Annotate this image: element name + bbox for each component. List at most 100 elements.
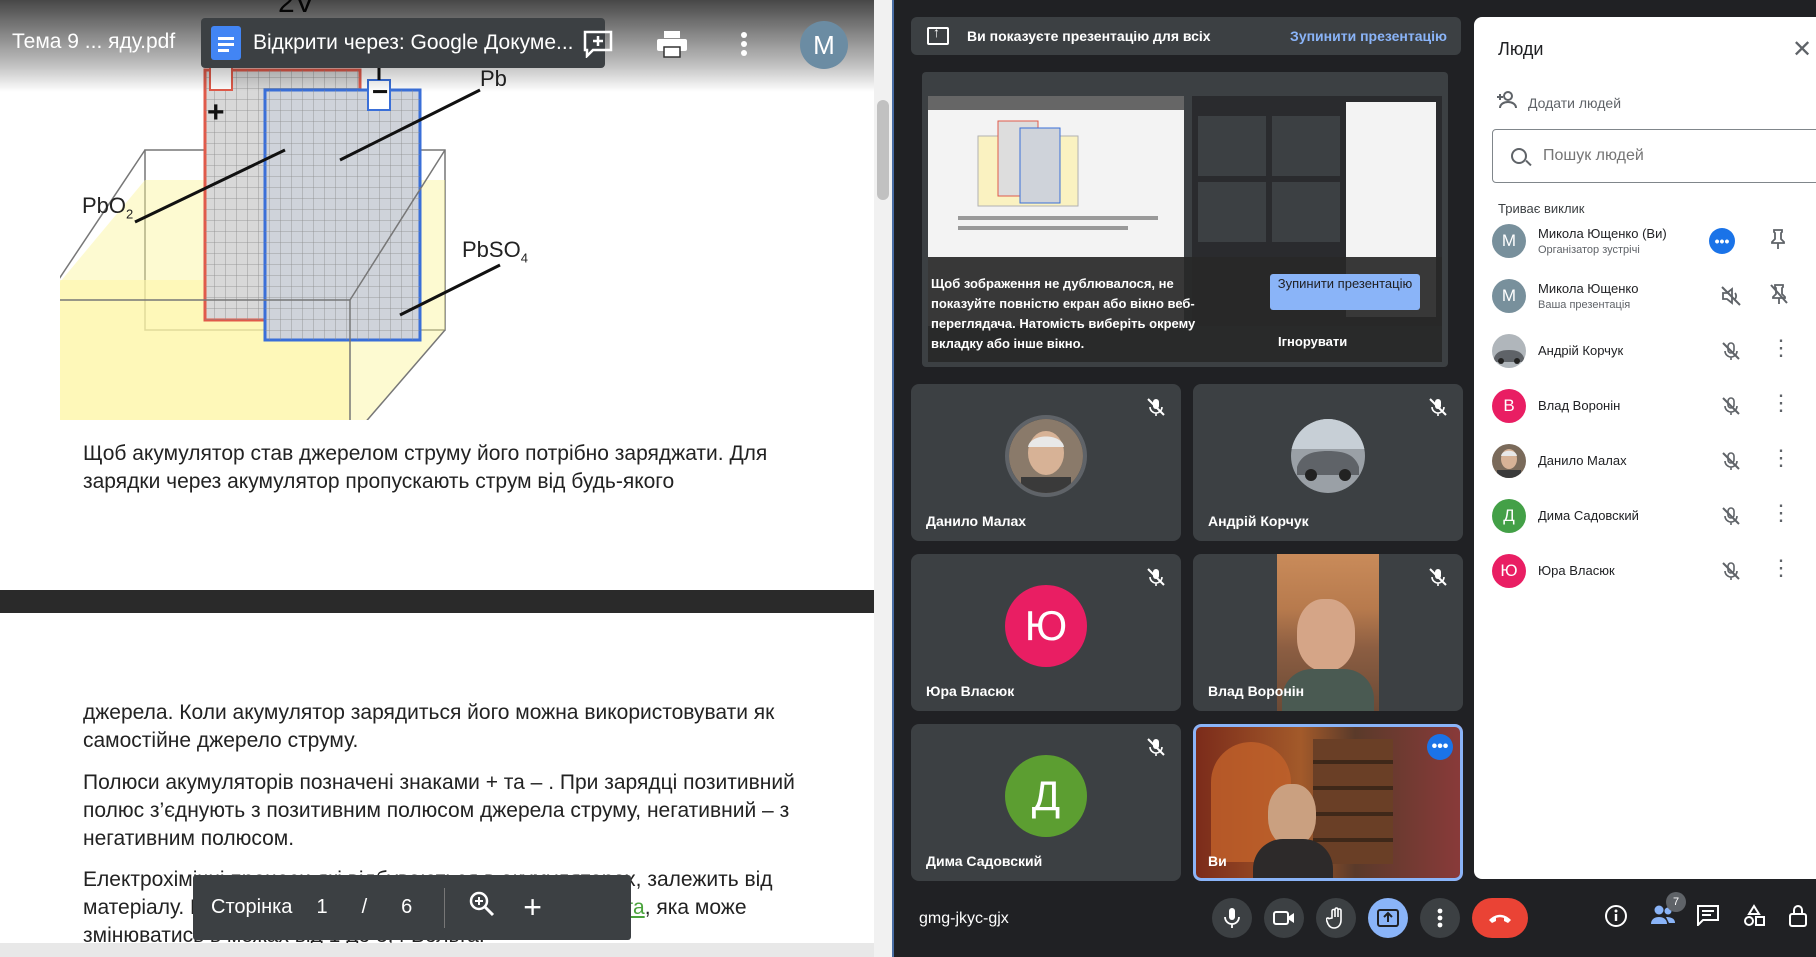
people-count-badge: 7	[1666, 892, 1686, 912]
activities-icon[interactable]	[1742, 904, 1766, 934]
mic-off-icon[interactable]	[1720, 340, 1742, 362]
participant-tile[interactable]: Д Дима Садовский	[911, 724, 1181, 881]
participant-tile[interactable]: Андрій Корчук	[1193, 384, 1463, 541]
participant-name: Андрій Корчук	[1538, 343, 1624, 358]
participant-row[interactable]: M Микола Ющенко (Ви) Організатор зустріч…	[1492, 218, 1812, 266]
account-avatar[interactable]: M	[800, 21, 848, 69]
mic-off-icon	[1427, 396, 1449, 418]
participant-row[interactable]: Андрій Корчук ⋮	[1492, 328, 1812, 376]
more-vert-icon[interactable]: ⋮	[1770, 392, 1792, 414]
pbo2-text: PbO	[82, 193, 127, 218]
screen: 2V + − Pb PbO2 PbSO4 Щоб акумулятор став…	[0, 0, 1816, 957]
open-with-button[interactable]: Відкрити через: Google Докуме...	[201, 18, 605, 68]
more-icon[interactable]: •••	[1709, 228, 1735, 254]
mic-off-icon[interactable]	[1720, 560, 1742, 582]
print-icon[interactable]	[654, 26, 690, 62]
add-people-label: Додати людей	[1528, 95, 1622, 111]
more-vert-icon[interactable]: ⋮	[1770, 447, 1792, 469]
participant-name: Юра Власюк	[926, 683, 1015, 699]
participant-photo	[1492, 444, 1526, 478]
pin-off-icon[interactable]	[1770, 284, 1788, 309]
zoom-plus-button[interactable]: +	[523, 889, 542, 926]
preview-ignore-button[interactable]: Ігнорувати	[1278, 334, 1347, 349]
mic-off-icon	[1427, 566, 1449, 588]
present-now-button[interactable]	[1368, 898, 1408, 938]
participant-tile[interactable]: Данило Малах	[911, 384, 1181, 541]
google-docs-icon	[211, 26, 241, 60]
pdf-scrollbar-thumb[interactable]	[877, 100, 889, 200]
participant-row[interactable]: M Микола Ющенко Ваша презентація	[1492, 273, 1812, 321]
page-total: 6	[401, 896, 413, 918]
more-vert-icon[interactable]: ⋮	[1770, 337, 1792, 359]
pdf-viewer: 2V + − Pb PbO2 PbSO4 Щоб акумулятор став…	[0, 0, 892, 957]
participant-row[interactable]: В Влад Воронін ⋮	[1492, 383, 1812, 431]
search-icon	[1511, 148, 1527, 164]
mic-off-icon[interactable]	[1720, 395, 1742, 417]
mic-off-icon	[1145, 396, 1167, 418]
participant-name: Ви	[1208, 853, 1227, 869]
volume-off-icon[interactable]	[1720, 285, 1742, 307]
mic-button[interactable]	[1212, 898, 1252, 938]
active-tile-border	[1193, 724, 1463, 881]
participant-name: Влад Воронін	[1538, 398, 1621, 413]
pin-icon[interactable]	[1770, 229, 1786, 254]
mic-off-icon[interactable]	[1720, 450, 1742, 472]
mic-off-icon	[1145, 566, 1167, 588]
mic-off-icon	[1145, 736, 1167, 758]
participant-tile[interactable]: Влад Воронін	[1193, 554, 1463, 711]
preview-stop-button[interactable]: Зупинити презентацію	[1270, 274, 1420, 310]
participant-photo	[1492, 334, 1526, 368]
pdf-filename: Тема 9 ... яду.pdf	[12, 30, 176, 53]
diagram-label-pbo2: PbO2	[82, 193, 133, 221]
participant-name: Микола Ющенко	[1538, 281, 1639, 296]
pdf-toolbar: Тема 9 ... яду.pdf Відкрити через: Googl…	[0, 0, 874, 92]
more-options-button[interactable]	[1420, 898, 1460, 938]
participant-name: Дима Садовский	[1538, 508, 1639, 523]
participant-photo	[1005, 414, 1087, 497]
participant-photo	[1287, 414, 1369, 497]
pdf-paragraph-2: джерела. Коли акумулятор зарядиться його…	[83, 701, 775, 752]
search-people-input[interactable]	[1543, 147, 1783, 165]
page-label: Сторінка	[211, 896, 293, 918]
pager-divider	[444, 887, 446, 928]
participant-role: Ваша презентація	[1538, 299, 1631, 311]
add-comment-icon[interactable]	[580, 26, 616, 62]
participant-row[interactable]: Ю Юра Власюк ⋮	[1492, 548, 1812, 596]
zoom-in-icon[interactable]	[469, 891, 495, 924]
self-tile[interactable]: ••• Ви	[1193, 724, 1463, 881]
camera-button[interactable]	[1264, 898, 1304, 938]
participant-name: Данило Малах	[926, 513, 1027, 529]
preview-warning-message: Щоб зображення не дублювалося, не показу…	[931, 276, 1196, 351]
pdf-page-gap	[0, 590, 874, 613]
participant-row[interactable]: Д Дима Садовский ⋮	[1492, 493, 1812, 541]
more-vert-icon[interactable]: ⋮	[1770, 557, 1792, 579]
add-people-button[interactable]: Додати людей	[1496, 91, 1621, 115]
tile-more-icon[interactable]: •••	[1427, 734, 1453, 760]
stop-presenting-link[interactable]: Зупинити презентацію	[1290, 28, 1447, 44]
page-current-input[interactable]: 1	[316, 896, 327, 919]
participant-name: Микола Ющенко (Ви)	[1538, 226, 1667, 241]
participant-row[interactable]: Данило Малах ⋮	[1492, 438, 1812, 486]
search-people-field[interactable]	[1492, 129, 1816, 183]
participant-avatar: Ю	[1005, 584, 1087, 667]
present-screen-icon	[927, 24, 949, 45]
more-vert-icon[interactable]: ⋮	[1770, 502, 1792, 524]
close-icon[interactable]: ✕	[1792, 35, 1812, 64]
mic-off-icon[interactable]	[1720, 505, 1742, 527]
diagram-label-pbso4: PbSO4	[462, 237, 528, 265]
pdf-paragraph-1: Щоб акумулятор став джерелом струму його…	[83, 442, 768, 493]
participant-avatar: M	[1492, 224, 1526, 258]
participant-role: Організатор зустрічі	[1538, 244, 1640, 256]
info-icon[interactable]	[1604, 904, 1628, 934]
people-panel-title: Люди	[1498, 39, 1544, 59]
pdf-scrollbar[interactable]	[874, 0, 892, 957]
pdf-page-controls: Сторінка 1 / 6 +	[193, 875, 631, 940]
participant-name: Влад Воронін	[1208, 683, 1305, 699]
chat-icon[interactable]	[1696, 904, 1720, 932]
more-vert-icon[interactable]	[726, 26, 762, 62]
raise-hand-button[interactable]	[1316, 898, 1356, 938]
participant-tile[interactable]: Ю Юра Власюк	[911, 554, 1181, 711]
lock-icon[interactable]	[1788, 904, 1808, 934]
pdf-paragraph-3: Полюси акумуляторів позначені знаками + …	[83, 771, 795, 850]
add-person-icon	[1496, 91, 1518, 115]
